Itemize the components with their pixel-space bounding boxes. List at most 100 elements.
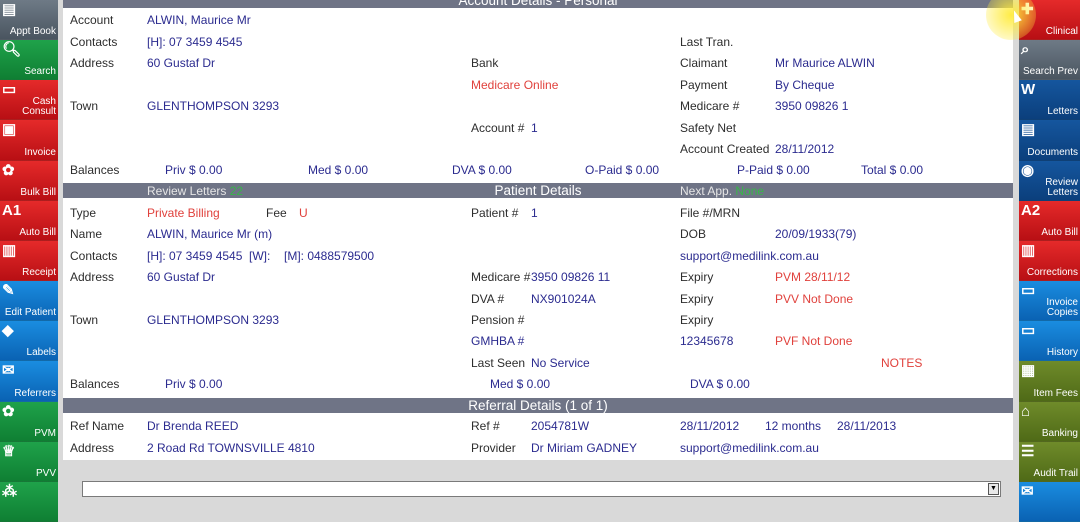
- account-total-balance: Total $ 0.00: [861, 163, 924, 177]
- dva-value[interactable]: NX901024A: [531, 292, 596, 306]
- fee-value[interactable]: U: [299, 206, 308, 220]
- patient-details-panel: Account Details - Personal Account ALWIN…: [63, 0, 1013, 460]
- account-created-value: 28/11/2012: [775, 142, 835, 156]
- last-seen-label: Last Seen: [471, 356, 526, 370]
- toolbar-button-audit-trail[interactable]: ☰ Audit Trail: [1019, 441, 1080, 482]
- toolbar-button-label: Documents: [1027, 146, 1078, 158]
- toolbar-button-auto-bill[interactable]: A2 Auto Bill: [1019, 200, 1080, 241]
- patient-town-value[interactable]: GLENTHOMPSON 3293: [147, 313, 279, 327]
- gmhba-label[interactable]: GMHBA #: [471, 334, 524, 348]
- dropdown-arrow-icon[interactable]: ▼: [988, 483, 999, 495]
- pvv-status[interactable]: PVV Not Done: [775, 292, 853, 306]
- toolbar-button-label: History: [1046, 347, 1078, 359]
- toolbar-button-label: Clinical: [1045, 26, 1078, 38]
- claimant-value[interactable]: Mr Maurice ALWIN: [775, 56, 875, 70]
- toolbar-button-pvv[interactable]: ♕ PVV: [0, 441, 58, 482]
- toolbar-button-search-prev[interactable]: ⌕ Search Prev: [1019, 40, 1080, 81]
- toolbar-button-pvm[interactable]: ✿ PVM: [0, 401, 58, 442]
- dva-label: DVA #: [471, 292, 505, 306]
- ref-number-value[interactable]: 2054781W: [531, 419, 589, 433]
- gear-icon: ✿: [2, 161, 15, 179]
- ref-name-value[interactable]: Dr Brenda REED: [147, 419, 238, 433]
- toolbar-button-item-fees[interactable]: ▦ Item Fees: [1019, 361, 1080, 402]
- pvm-status[interactable]: PVM 28/11/12: [775, 270, 850, 284]
- history-folder-icon: ▭: [1021, 322, 1036, 340]
- account-address-label: Address: [70, 56, 115, 70]
- account-medicare-label: Medicare #: [680, 99, 740, 113]
- toolbar-button-documents[interactable]: ▤ Documents: [1019, 120, 1080, 161]
- toolbar-button-label: Item Fees: [1033, 387, 1078, 399]
- provider-value[interactable]: Dr Miriam GADNEY: [531, 441, 637, 455]
- account-number-label: Account #: [471, 121, 525, 135]
- account-med-balance: Med $ 0.00: [308, 163, 369, 177]
- patient-contacts-label: Contacts: [70, 249, 118, 263]
- toolbar-button-people[interactable]: ⁂: [0, 481, 58, 522]
- ref-number-label: Ref #: [471, 419, 500, 433]
- toolbar-button-letters[interactable]: W Letters: [1019, 80, 1080, 121]
- patient-medicare-label: Medicare #: [471, 270, 531, 284]
- toolbar-button-review-letters[interactable]: ◉ Review Letters: [1019, 160, 1080, 201]
- patient-work-phone[interactable]: [W]:: [249, 249, 270, 263]
- toolbar-button-history[interactable]: ▭ History: [1019, 321, 1080, 362]
- toolbar-button-referrers[interactable]: ✉ Referrers: [0, 361, 58, 402]
- patient-mobile-phone[interactable]: [M]: 0488579500: [284, 249, 374, 263]
- patient-medicare-value[interactable]: 3950 09826 11: [531, 270, 610, 284]
- account-medicare-value[interactable]: 3950 09826 1: [775, 99, 848, 113]
- ref-address-label: Address: [70, 441, 115, 455]
- toolbar-button-cash-consult[interactable]: ▭ Cash Consult: [0, 80, 58, 121]
- cog-icon: ✿: [2, 402, 15, 420]
- ref-address-value[interactable]: 2 Road Rd TOWNSVILLE 4810: [147, 441, 315, 455]
- account-town-value[interactable]: GLENTHOMPSON 3293: [147, 99, 279, 113]
- grid-icon: ▦: [1021, 362, 1036, 380]
- ref-email[interactable]: support@medilink.com.au: [680, 441, 819, 455]
- toolbar-button-label: Invoice: [24, 146, 56, 158]
- invoice-icon: ▣: [2, 121, 17, 139]
- patient-home-phone[interactable]: [H]: 07 3459 4545: [147, 249, 242, 263]
- pension-expiry-label: Expiry: [680, 313, 714, 327]
- review-letters-text: Review Letters: [147, 184, 227, 198]
- toolbar-button-invoice-copies[interactable]: ▭ Invoice Copies: [1019, 281, 1080, 322]
- account-created-label: Account Created: [680, 142, 770, 156]
- toolbar-button-label: Edit Patient: [4, 307, 56, 319]
- referral-details-header[interactable]: Referral Details (1 of 1): [63, 398, 1013, 413]
- toolbar-button-invoice[interactable]: ▣ Invoice: [0, 120, 58, 161]
- patient-priv-balance: Priv $ 0.00: [165, 377, 223, 391]
- next-app-label[interactable]: Next App. None: [680, 184, 764, 198]
- toolbar-button-edit-patient[interactable]: ✎ Edit Patient: [0, 281, 58, 322]
- bottom-dropdown[interactable]: ▼: [82, 481, 1001, 497]
- last-seen-value: No Service: [531, 356, 590, 370]
- toolbar-button-label: Receipt: [22, 267, 56, 279]
- right-toolbar: ✚Clinical⌕Search PrevWLetters▤Documents◉…: [1019, 0, 1080, 522]
- name-value[interactable]: ALWIN, Maurice Mr (m): [147, 227, 272, 241]
- dob-value[interactable]: 20/09/1933(79): [775, 227, 856, 241]
- gmhba-value[interactable]: 12345678: [680, 334, 733, 348]
- toolbar-button-banking[interactable]: ⌂ Banking: [1019, 401, 1080, 442]
- toolbar-button-email[interactable]: ✉: [1019, 481, 1080, 522]
- cash-icon: ▭: [2, 81, 17, 99]
- account-contacts-value[interactable]: [H]: 07 3459 4545: [147, 35, 242, 49]
- account-priv-balance: Priv $ 0.00: [165, 163, 223, 177]
- toolbar-button-bulk-bill[interactable]: ✿ Bulk Bill: [0, 160, 58, 201]
- account-value[interactable]: ALWIN, Maurice Mr: [147, 13, 251, 27]
- toolbar-button-auto-bill[interactable]: A1 Auto Bill: [0, 200, 58, 241]
- last-tran-label: Last Tran.: [680, 35, 734, 49]
- account-number-value[interactable]: 1: [531, 121, 538, 135]
- payment-value[interactable]: By Cheque: [775, 78, 834, 92]
- patient-address-value[interactable]: 60 Gustaf Dr: [147, 270, 215, 284]
- medicare-online-link[interactable]: Medicare Online: [471, 78, 558, 92]
- toolbar-button-label: Invoice Copies: [1046, 297, 1078, 319]
- type-value[interactable]: Private Billing: [147, 206, 220, 220]
- toolbar-button-search[interactable]: 🔍︎ Search: [0, 40, 58, 81]
- notes-link[interactable]: NOTES: [881, 356, 922, 370]
- toolbar-button-corrections[interactable]: ▥ Corrections: [1019, 240, 1080, 282]
- safety-net-label: Safety Net: [680, 121, 737, 135]
- account-address-value[interactable]: 60 Gustaf Dr: [147, 56, 215, 70]
- toolbar-button-receipt[interactable]: ▥ Receipt: [0, 240, 58, 282]
- patient-email[interactable]: support@medilink.com.au: [680, 249, 819, 263]
- pvf-status[interactable]: PVF Not Done: [775, 334, 852, 348]
- toolbar-button-appt-book[interactable]: ▤ Appt Book: [0, 0, 58, 41]
- toolbar-button-labels[interactable]: ◆ Labels: [0, 321, 58, 362]
- magnifier-icon: 🔍︎: [2, 41, 22, 59]
- toolbar-button-label: Search Prev: [1022, 66, 1078, 78]
- review-letters-label[interactable]: Review Letters 22: [147, 184, 243, 198]
